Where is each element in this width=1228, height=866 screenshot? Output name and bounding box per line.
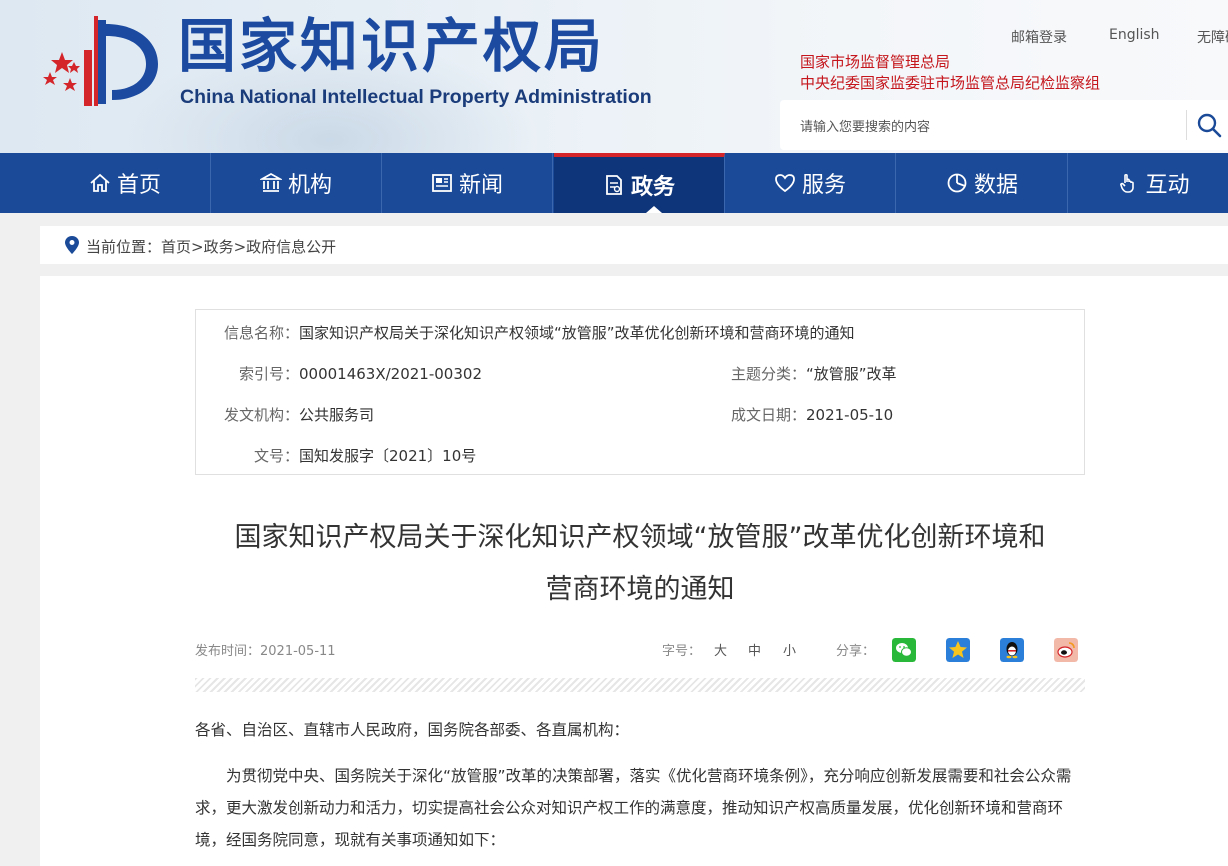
breadcrumb-prefix: 当前位置： — [86, 238, 162, 256]
divider-hatch — [195, 678, 1085, 692]
document-icon — [606, 175, 622, 195]
weibo-icon[interactable] — [1054, 638, 1078, 662]
org-line-discipline[interactable]: 中央纪委国家监委驻市场监管总局纪检监察组 — [800, 73, 1100, 94]
breadcrumb: 当前位置：首页>政务>政府信息公开 — [40, 226, 1228, 264]
article-title: 国家知识产权局关于深化知识产权领域“放管服”改革优化创新环境和 营商环境的通知 — [195, 512, 1085, 616]
nav-item-interact[interactable]: 互动 — [1068, 153, 1228, 213]
hand-pointer-icon — [1120, 173, 1135, 193]
breadcrumb-path[interactable]: 首页>政务>政府信息公开 — [161, 238, 336, 256]
site-subtitle: China National Intellectual Property Adm… — [180, 86, 652, 108]
site-title: 国家知识产权局 — [178, 12, 606, 80]
org-line-samr[interactable]: 国家市场监督管理总局 — [800, 52, 1100, 73]
nav-item-news[interactable]: 新闻 — [382, 153, 553, 213]
breadcrumb-text: 当前位置：首页>政务>政府信息公开 — [86, 236, 336, 257]
nav-item-home[interactable]: 首页 — [40, 153, 211, 213]
wechat-icon[interactable] — [892, 638, 916, 662]
location-pin-icon — [65, 236, 79, 254]
article-title-line: 国家知识产权局关于深化知识产权领域“放管服”改革优化创新环境和 — [234, 522, 1046, 553]
accessibility-link[interactable]: 无障碍 — [1197, 27, 1228, 47]
info-table: 信息名称：国家知识产权局关于深化知识产权领域“放管服”改革优化创新环境和营商环境… — [195, 309, 1085, 475]
font-size-large[interactable]: 大 — [714, 640, 727, 659]
article-paragraph: 为贯彻党中央、国务院关于深化“放管服”改革的决策部署，落实《优化营商环境条例》，… — [195, 767, 1072, 849]
font-size-label: 字号： — [662, 644, 702, 659]
nav-item-label: 数据 — [973, 173, 1018, 198]
info-row-name: 信息名称：国家知识产权局关于深化知识产权领域“放管服”改革优化创新环境和营商环境… — [196, 322, 855, 343]
info-value: 国知发服字〔2021〕10号 — [299, 447, 477, 465]
font-size-medium[interactable]: 中 — [748, 640, 761, 659]
english-link[interactable]: English — [1109, 27, 1160, 43]
home-icon — [90, 173, 110, 192]
pie-chart-icon — [947, 173, 967, 193]
info-value: 公共服务司 — [299, 406, 375, 424]
nav-item-data[interactable]: 数据 — [897, 153, 1068, 213]
publish-label: 发布时间： — [195, 644, 261, 659]
nav-item-institution[interactable]: 机构 — [211, 153, 382, 213]
info-row-docno: 文号：国知发服字〔2021〕10号 — [196, 445, 476, 466]
org-lines: 国家市场监督管理总局 中央纪委国家监委驻市场监管总局纪检监察组 — [800, 52, 1100, 94]
publish-date: 2021-05-11 — [260, 644, 336, 659]
info-row-issuer: 发文机构：公共服务司 — [196, 404, 374, 425]
site-header: 国家知识产权局 China National Intellectual Prop… — [0, 0, 1228, 153]
info-row-index: 索引号：00001463X/2021-00302 — [196, 363, 482, 384]
article-salutation: 各省、自治区、直辖市人民政府，国务院各部委、各直属机构： — [195, 721, 630, 739]
nav-item-government[interactable]: 政务 — [554, 153, 725, 213]
nav-item-service[interactable]: 服务 — [725, 153, 896, 213]
info-label: 成文日期： — [730, 406, 806, 424]
info-label: 主题分类： — [730, 365, 806, 383]
search-divider — [1186, 110, 1187, 140]
nav-item-label: 政务 — [630, 175, 675, 200]
nav-item-label: 首页 — [116, 173, 161, 198]
nav-item-label: 机构 — [287, 173, 332, 198]
institution-icon — [259, 172, 282, 192]
search-icon[interactable] — [1196, 112, 1222, 138]
info-label: 索引号： — [238, 365, 299, 383]
newspaper-icon — [432, 174, 452, 192]
qzone-icon[interactable] — [946, 638, 970, 662]
search-input[interactable]: 请输入您要搜索的内容 — [800, 116, 930, 135]
info-value: 国家知识产权局关于深化知识产权领域“放管服”改革优化创新环境和营商环境的通知 — [299, 324, 855, 342]
info-label: 文号： — [253, 447, 299, 465]
article-title-line: 营商环境的通知 — [545, 574, 735, 605]
info-row-topic: 主题分类：“放管服”改革 — [696, 363, 897, 384]
font-size-small[interactable]: 小 — [783, 640, 796, 659]
info-value: “放管服”改革 — [806, 365, 897, 383]
cnipa-logo-icon[interactable] — [40, 14, 165, 110]
publish-info: 发布时间：2021-05-11 — [195, 640, 336, 659]
nav-item-label: 互动 — [1145, 173, 1190, 198]
share-label: 分享： — [836, 644, 876, 659]
info-value: 2021-05-10 — [806, 406, 894, 424]
info-label: 发文机构： — [223, 406, 299, 424]
nav-item-label: 新闻 — [458, 173, 503, 198]
search-box[interactable]: 请输入您要搜索的内容 — [780, 100, 1228, 150]
mail-login-link[interactable]: 邮箱登录 — [1011, 27, 1067, 47]
active-nav-caret — [646, 206, 662, 213]
qq-icon[interactable] — [1000, 638, 1024, 662]
nav-item-label: 服务 — [801, 173, 846, 198]
main-content: 信息名称：国家知识产权局关于深化知识产权领域“放管服”改革优化创新环境和营商环境… — [40, 276, 1228, 866]
info-value: 00001463X/2021-00302 — [299, 365, 482, 383]
info-label: 信息名称： — [223, 324, 299, 342]
main-nav: 首页 机构 新闻 政务 服务 数据 互动 — [0, 153, 1228, 213]
heart-hand-icon — [775, 174, 795, 193]
info-row-date: 成文日期：2021-05-10 — [696, 404, 893, 425]
